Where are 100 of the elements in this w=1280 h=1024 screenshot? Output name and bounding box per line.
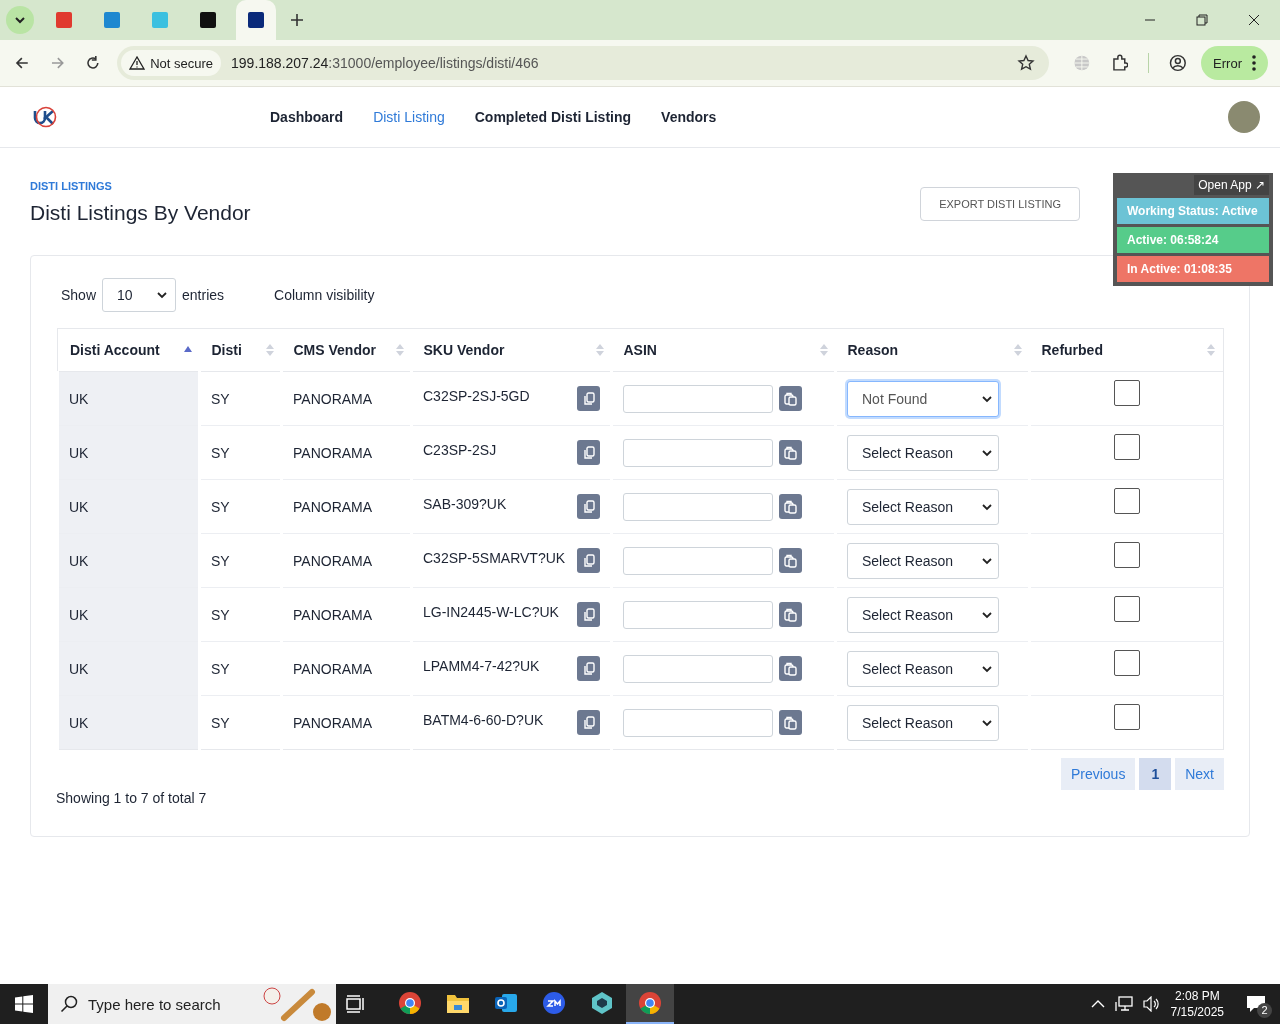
browser-tab[interactable] xyxy=(236,0,276,40)
profile-error-button[interactable]: Error xyxy=(1201,46,1268,80)
paste-button[interactable] xyxy=(779,710,802,735)
tab-search-button[interactable] xyxy=(6,6,34,34)
table-info: Showing 1 to 7 of total 7 xyxy=(56,790,207,806)
new-tab-icon[interactable] xyxy=(290,13,304,27)
previous-button[interactable]: Previous xyxy=(1060,758,1136,790)
back-icon[interactable] xyxy=(14,55,30,71)
table-cell: UK xyxy=(57,695,200,750)
task-view-icon[interactable] xyxy=(346,995,366,1013)
copy-button[interactable] xyxy=(577,494,600,519)
table-cell: PANORAMA xyxy=(281,479,412,534)
star-icon[interactable] xyxy=(1017,54,1036,72)
close-icon[interactable] xyxy=(1248,14,1260,26)
page-button[interactable]: 1 xyxy=(1139,758,1172,790)
address-bar[interactable]: Not secure 199.188.207.24:31000/employee/listings/disti/466 xyxy=(117,46,1050,80)
chevron-down-icon xyxy=(982,610,992,619)
url-text: 199.188.207.24:31000/employee/listings/disti/466 xyxy=(231,55,539,71)
folder-icon xyxy=(446,992,470,1014)
copy-button[interactable] xyxy=(577,710,600,735)
nav-link[interactable]: Disti Listing xyxy=(373,109,445,125)
page-title: Disti Listings By Vendor xyxy=(30,201,251,225)
paste-button[interactable] xyxy=(779,548,802,573)
copy-icon xyxy=(582,553,595,568)
chevron-down-icon xyxy=(982,718,992,727)
copy-button[interactable] xyxy=(577,656,600,681)
column-visibility-button[interactable]: Column visibility xyxy=(274,287,375,303)
asin-input[interactable] xyxy=(623,654,773,683)
asin-input[interactable] xyxy=(623,600,773,629)
column-header[interactable]: ASIN xyxy=(611,328,836,372)
asin-input[interactable] xyxy=(623,492,773,521)
taskbar-search-field[interactable]: Type here to search xyxy=(48,984,336,1024)
taskbar-app[interactable] xyxy=(626,984,674,1024)
export-button[interactable]: EXPORT DISTI LISTING xyxy=(920,187,1080,221)
open-app-link[interactable]: Open App ↗ xyxy=(1194,175,1269,195)
table-cell: UK xyxy=(57,641,200,696)
reason-dropdown[interactable]: Not Found xyxy=(847,380,999,417)
network-icon[interactable] xyxy=(1114,996,1133,1012)
reason-dropdown[interactable]: Select Reason xyxy=(847,434,999,471)
column-header[interactable]: Disti Account xyxy=(57,328,200,372)
paste-button[interactable] xyxy=(779,440,802,465)
chevron-up-icon[interactable] xyxy=(1090,999,1105,1009)
speaker-icon[interactable] xyxy=(1142,996,1161,1012)
entries-dropdown[interactable]: 10 xyxy=(102,278,177,312)
profile-icon[interactable] xyxy=(1169,54,1188,72)
reason-dropdown[interactable]: Select Reason xyxy=(847,650,999,687)
refurbed-checkbox[interactable] xyxy=(1114,542,1140,568)
paste-icon xyxy=(783,445,798,460)
column-header[interactable]: Reason xyxy=(835,328,1030,372)
restore-icon[interactable] xyxy=(1196,14,1208,26)
clock[interactable]: 2:08 PM 7/15/2025 xyxy=(1170,988,1224,1020)
security-chip[interactable]: Not secure xyxy=(121,50,222,76)
asin-input[interactable] xyxy=(623,708,773,737)
table-cell: PANORAMA xyxy=(281,371,412,426)
column-header[interactable]: Refurbed xyxy=(1029,328,1224,372)
nav-link[interactable]: Vendors xyxy=(661,109,717,125)
asin-input[interactable] xyxy=(623,546,773,575)
copy-button[interactable] xyxy=(577,386,600,411)
copy-button[interactable] xyxy=(577,440,600,465)
search-icon xyxy=(60,995,78,1013)
refurbed-checkbox[interactable] xyxy=(1114,596,1140,622)
logo-icon[interactable] xyxy=(32,106,58,128)
refurbed-checkbox[interactable] xyxy=(1114,650,1140,676)
avatar[interactable] xyxy=(1228,101,1260,133)
chevron-down-icon xyxy=(982,664,992,673)
windows-icon xyxy=(15,995,33,1013)
refurbed-checkbox[interactable] xyxy=(1114,380,1140,406)
refurbed-checkbox[interactable] xyxy=(1114,704,1140,730)
nav-link[interactable]: Dashboard xyxy=(270,109,344,125)
paste-button[interactable] xyxy=(779,386,802,411)
table-cell: PANORAMA xyxy=(281,425,412,480)
reason-dropdown[interactable]: Select Reason xyxy=(847,704,999,741)
table-cell: UK xyxy=(57,533,200,588)
puzzle-icon[interactable] xyxy=(1110,54,1129,72)
asin-input[interactable] xyxy=(623,438,773,467)
asin-input[interactable] xyxy=(623,384,773,413)
next-button[interactable]: Next xyxy=(1175,758,1224,790)
reason-dropdown[interactable]: Select Reason xyxy=(847,596,999,633)
paste-button[interactable] xyxy=(779,656,802,681)
paste-icon xyxy=(783,553,798,568)
paste-icon xyxy=(783,391,798,406)
table-cell: UK xyxy=(57,479,200,534)
refurbed-checkbox[interactable] xyxy=(1114,434,1140,460)
copy-button[interactable] xyxy=(577,548,600,573)
breadcrumb: DISTI LISTINGS xyxy=(30,180,113,192)
refurbed-checkbox[interactable] xyxy=(1114,488,1140,514)
reason-dropdown[interactable]: Select Reason xyxy=(847,488,999,525)
copy-icon xyxy=(582,391,595,406)
paste-button[interactable] xyxy=(779,494,802,519)
forward-icon[interactable] xyxy=(49,55,66,71)
column-header[interactable]: CMS Vendor xyxy=(281,328,412,372)
reason-dropdown[interactable]: Select Reason xyxy=(847,542,999,579)
copy-button[interactable] xyxy=(577,602,600,627)
notifications-button[interactable]: 2 xyxy=(1238,984,1274,1024)
column-header[interactable]: SKU Vendor xyxy=(411,328,612,372)
paste-button[interactable] xyxy=(779,602,802,627)
sku-text: C23SP-2SJ xyxy=(423,441,497,458)
nav-link[interactable]: Completed Disti Listing xyxy=(474,109,632,125)
column-header[interactable]: Disti xyxy=(199,328,282,372)
status-bar: Working Status: Active xyxy=(1117,198,1269,224)
